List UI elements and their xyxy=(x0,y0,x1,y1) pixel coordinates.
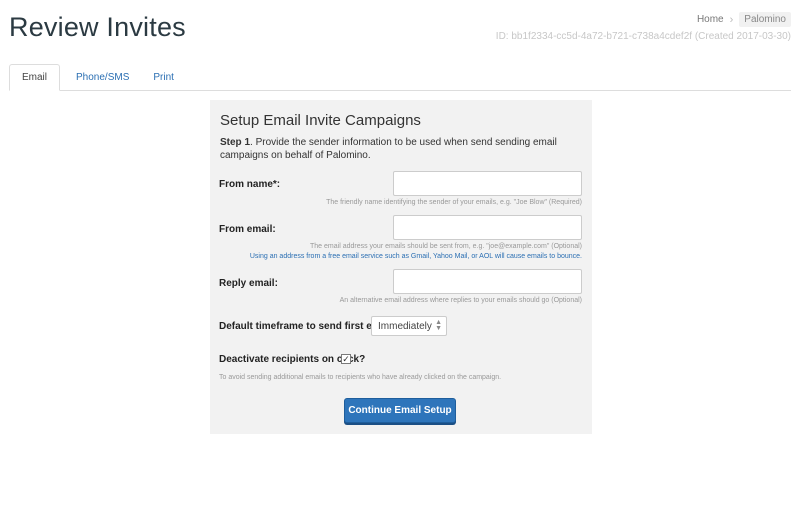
reply-email-input[interactable] xyxy=(393,269,582,294)
tab-phone-sms[interactable]: Phone/SMS xyxy=(64,64,141,90)
from-name-label: From name*: xyxy=(219,179,281,190)
breadcrumb-current: Palomino xyxy=(739,12,791,27)
breadcrumb-separator-icon: › xyxy=(729,13,734,26)
timeframe-row: Default timeframe to send first email: I… xyxy=(219,316,582,338)
tab-bar: Email Phone/SMS Print xyxy=(9,64,791,91)
step-label: Step 1 xyxy=(220,137,251,148)
checkmark-icon: ✓ xyxy=(342,354,350,364)
from-email-warning: Using an address from a free email servi… xyxy=(249,253,582,260)
from-name-help: The friendly name identifying the sender… xyxy=(326,199,582,206)
timeframe-label: Default timeframe to send first email: xyxy=(219,321,396,332)
reply-email-row: Reply email: An alternative email addres… xyxy=(219,269,582,309)
from-name-input[interactable] xyxy=(393,171,582,196)
step-instructions: Step 1. Provide the sender information t… xyxy=(220,136,582,162)
from-email-label: From email: xyxy=(219,224,276,235)
deactivate-row: Deactivate recipients on click? ✓ To avo… xyxy=(219,353,582,387)
reply-email-label: Reply email: xyxy=(219,278,278,289)
timeframe-selected: Immediately xyxy=(378,320,432,332)
step-text: . Provide the sender information to be u… xyxy=(220,137,557,161)
breadcrumb: Home › Palomino xyxy=(697,12,791,27)
from-email-input[interactable] xyxy=(393,215,582,240)
reply-email-help: An alternative email address where repli… xyxy=(339,297,582,304)
tab-email[interactable]: Email xyxy=(9,64,61,91)
page-title: Review Invites xyxy=(9,12,186,42)
tab-print[interactable]: Print xyxy=(141,64,186,90)
updown-arrow-icon: ▲ ▼ xyxy=(435,319,442,332)
timeframe-select[interactable]: Immediately ▲ ▼ xyxy=(371,316,447,336)
from-email-help: The email address your emails should be … xyxy=(310,243,582,250)
deactivate-help: To avoid sending additional emails to re… xyxy=(219,374,502,381)
breadcrumb-home-link[interactable]: Home xyxy=(697,14,724,25)
panel-title: Setup Email Invite Campaigns xyxy=(220,112,421,129)
deactivate-checkbox[interactable]: ✓ xyxy=(341,354,351,364)
continue-email-setup-button[interactable]: Continue Email Setup xyxy=(344,398,456,423)
from-name-row: From name*: The friendly name identifyin… xyxy=(219,171,582,213)
email-setup-panel: Setup Email Invite Campaigns Step 1. Pro… xyxy=(210,100,592,434)
record-id: ID: bb1f2334-cc5d-4a72-b721-c738a4cdef2f… xyxy=(495,31,791,42)
from-email-row: From email: The email address your email… xyxy=(219,215,582,265)
